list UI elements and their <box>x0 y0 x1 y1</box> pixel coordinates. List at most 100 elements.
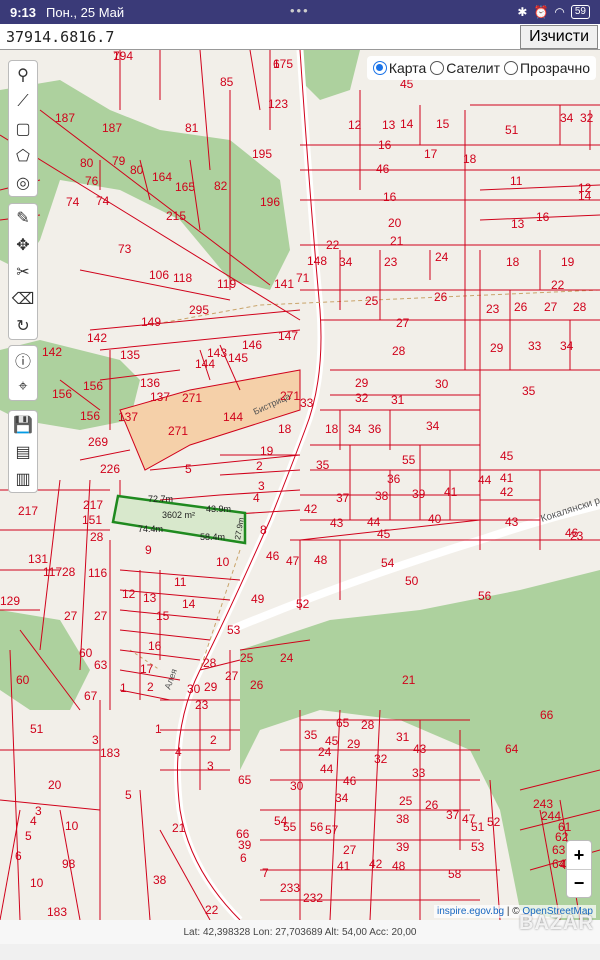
parcel-number: 19 <box>561 255 575 269</box>
parcel-number: 2 <box>147 680 154 694</box>
parcel-number: 269 <box>88 435 108 449</box>
parcel-number: 65 <box>238 773 252 787</box>
layer-option-map[interactable]: Карта <box>372 60 426 76</box>
info-icon[interactable]: ⓘ <box>9 346 37 373</box>
parcel-number: 19 <box>260 444 274 458</box>
parcel-number: 38 <box>375 489 389 503</box>
parcel-number: 27 <box>225 669 239 683</box>
parcel-number: 183 <box>100 746 120 760</box>
parcel-number: 1 <box>120 681 127 695</box>
parcel-number: 15 <box>436 117 450 131</box>
parcel-number: 44 <box>320 762 334 776</box>
parcel-number: 31 <box>391 393 405 407</box>
eraser-icon[interactable]: ⌫ <box>9 285 37 312</box>
parcel-number: 4 <box>175 745 182 759</box>
parcel-number: 10 <box>216 555 230 569</box>
parcel-number: 217 <box>83 498 103 512</box>
parcel-number: 137 <box>150 390 170 404</box>
parcel-number: 28 <box>203 656 217 670</box>
move-icon[interactable]: ✥ <box>9 231 37 258</box>
parcel-number: 116 <box>88 566 107 580</box>
parcel-number: 14 <box>400 117 414 131</box>
rotate-icon[interactable]: ↻ <box>9 312 37 339</box>
parcel-number: 141 <box>274 277 294 291</box>
locate-icon[interactable]: ⌖ <box>9 373 37 400</box>
parcel-number: 10 <box>65 819 79 833</box>
parcel-number: 144 <box>195 357 215 371</box>
parcel-number: 63 <box>552 843 566 857</box>
rectangle-icon[interactable]: ▢ <box>9 115 37 142</box>
clear-button[interactable]: Изчисти <box>520 25 598 49</box>
parcel-number: 26 <box>425 798 439 812</box>
zoom-out-button[interactable]: − <box>567 869 591 897</box>
shp-icon[interactable]: ▤ <box>9 438 37 465</box>
parcel-number: 34 <box>426 419 440 433</box>
parcel-number: 56 <box>310 820 324 834</box>
map-view[interactable]: 3602 m² 72.7m 43.9m 74.4m 58.4m 27.9m Би… <box>0 50 600 920</box>
layer-option-transparent[interactable]: Прозрачно <box>504 60 590 76</box>
parcel-number: 28 <box>573 300 587 314</box>
parcel-number: 25 <box>399 794 413 808</box>
parcel-number: 55 <box>402 453 416 467</box>
parcel-number: 43 <box>330 516 344 530</box>
pin-edit-icon[interactable]: ✎ <box>9 204 37 231</box>
search-input[interactable] <box>0 24 520 50</box>
parcel-number: 164 <box>152 170 172 184</box>
parcel-number: 136 <box>140 376 160 390</box>
satellite-radio[interactable] <box>430 61 445 75</box>
parcel-number: 156 <box>83 379 103 393</box>
parcel-number: 13 <box>382 118 396 132</box>
parcel-number: 28 <box>62 565 76 579</box>
parcel-number: 295 <box>189 303 209 317</box>
parcel-number: 55 <box>283 820 297 834</box>
circle-icon[interactable]: ◎ <box>9 169 37 196</box>
parcel-number: 27 <box>343 843 357 857</box>
map-canvas[interactable]: 3602 m² 72.7m 43.9m 74.4m 58.4m 27.9m Би… <box>0 50 600 920</box>
parcel-number: 34 <box>335 791 349 805</box>
parcel-number: 45 <box>377 527 391 541</box>
parcel-number: 35 <box>522 384 536 398</box>
marker-icon[interactable]: ⚲ <box>9 61 37 88</box>
parcel-number: 82 <box>214 179 228 193</box>
parcel-number: 50 <box>405 574 419 588</box>
zoom-in-button[interactable]: + <box>567 841 591 869</box>
transparent-radio[interactable] <box>504 61 519 75</box>
parcel-number: 147 <box>278 329 298 343</box>
status-dots: ••• <box>290 3 310 18</box>
parcel-number: 53 <box>227 623 241 637</box>
parcel-number: 18 <box>463 152 477 166</box>
parcel-number: 2 <box>210 733 217 747</box>
parcel-number: 29 <box>490 341 504 355</box>
parcel-number: 30 <box>290 779 304 793</box>
layer-label: Сателит <box>446 60 501 76</box>
parcel-number: 117 <box>43 565 62 579</box>
parcel-number: 28 <box>361 718 375 732</box>
save-icon[interactable]: 💾 <box>9 411 37 438</box>
parcel-number: 27 <box>544 300 558 314</box>
parcel-number: 195 <box>252 147 272 161</box>
parcel-number: 60 <box>16 673 30 687</box>
parcel-number: 49 <box>251 592 265 606</box>
parcel-number: 271 <box>182 391 202 405</box>
forest-area <box>0 80 290 290</box>
parcel-number: 149 <box>141 315 161 329</box>
polyline-icon[interactable]: ⟋ <box>9 88 37 115</box>
parcel-number: 60 <box>79 646 93 660</box>
polygon-icon[interactable]: ⬠ <box>9 142 37 169</box>
parcel-number: 23 <box>195 698 209 712</box>
parcel-number: 54 <box>381 556 395 570</box>
inspire-link[interactable]: inspire.egov.bg <box>437 906 504 917</box>
parcel-number: 16 <box>536 210 550 224</box>
layer-option-satellite[interactable]: Сателит <box>430 60 500 76</box>
map-radio[interactable] <box>372 61 387 75</box>
scissors-icon[interactable]: ✂ <box>9 258 37 285</box>
parcel-number: 233 <box>280 881 300 895</box>
parcel-number: 118 <box>173 271 192 285</box>
parcel-number: 6 <box>240 851 247 865</box>
alarm-icon: ⏰ <box>533 5 549 19</box>
parcel-number: 4 <box>253 491 260 505</box>
parcel-number: 41 <box>444 485 458 499</box>
gps-info-bar: Lat: 42,398328 Lon: 27,703689 Alt: 54,00… <box>0 920 600 944</box>
json-icon[interactable]: ▥ <box>9 465 37 492</box>
parcel-number: 29 <box>347 737 361 751</box>
